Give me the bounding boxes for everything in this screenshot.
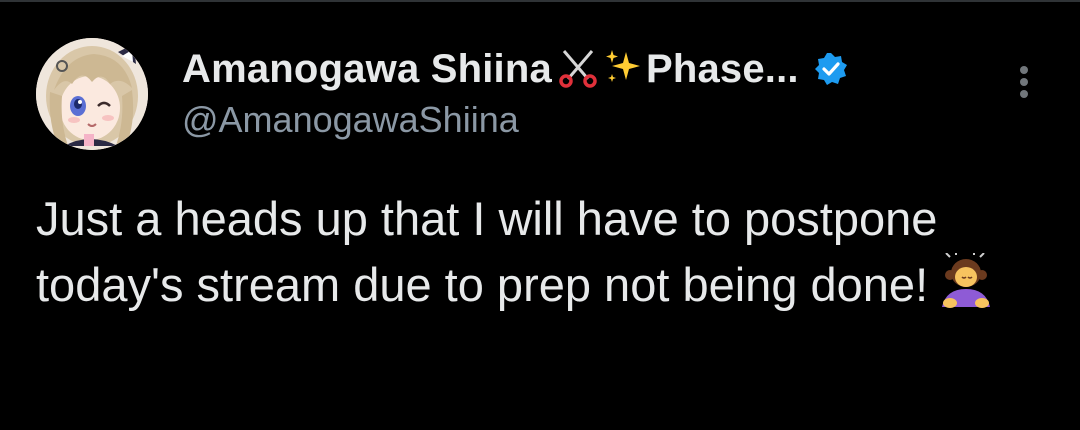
display-name-suffix[interactable]: Phase... xyxy=(646,47,799,92)
more-options-icon xyxy=(1020,66,1028,74)
more-options-icon xyxy=(1020,78,1028,86)
scissors-icon xyxy=(556,45,600,94)
tweet-card: Amanogawa Shiina Phase... @AmanogawaShii… xyxy=(0,0,1080,430)
tweet-header: Amanogawa Shiina Phase... @AmanogawaShii… xyxy=(182,44,982,142)
avatar-illustration xyxy=(36,38,148,150)
tweet-text: Just a heads up that I will have to post… xyxy=(36,192,938,311)
more-options-button[interactable] xyxy=(1004,60,1044,104)
person-bowing-icon xyxy=(936,252,996,326)
display-name[interactable]: Amanogawa Shiina xyxy=(182,47,552,92)
sparkles-icon xyxy=(602,46,644,93)
handle[interactable]: @AmanogawaShiina xyxy=(182,98,982,142)
name-row: Amanogawa Shiina Phase... xyxy=(182,44,982,94)
tweet-body: Just a heads up that I will have to post… xyxy=(36,186,1036,326)
more-options-icon xyxy=(1020,90,1028,98)
verified-badge-icon xyxy=(813,51,849,87)
avatar[interactable] xyxy=(36,38,148,150)
